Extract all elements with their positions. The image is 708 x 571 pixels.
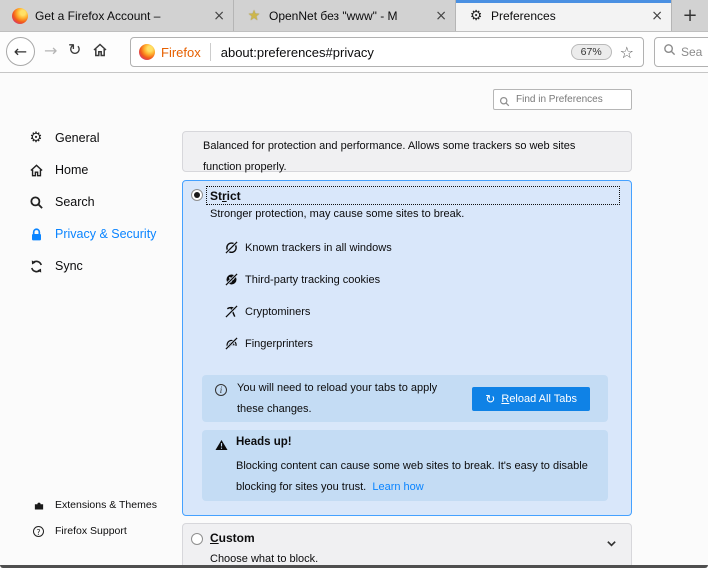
search-placeholder: Sea [681, 45, 702, 59]
gear-icon: ⚙ [468, 8, 484, 24]
reload-note: You will need to reload your tabs to app… [237, 378, 449, 420]
firefox-logo-icon [139, 44, 155, 60]
home-icon [26, 163, 46, 178]
blocked-item-fingerprinters: Fingerprinters [225, 336, 313, 351]
close-icon[interactable]: × [435, 9, 447, 23]
new-tab-button[interactable]: + [672, 0, 708, 31]
tab-title: Preferences [491, 9, 645, 23]
tab-preferences[interactable]: ⚙ Preferences × [456, 0, 672, 31]
sidebar-item-firefox-support[interactable]: ? Firefox Support [31, 524, 127, 538]
tab-bar: Get a Firefox Account – × ★ OpenNet без … [0, 0, 708, 32]
preferences-content: ⚙ General Home Search Privacy & Security [0, 73, 708, 565]
close-icon[interactable]: × [213, 9, 225, 23]
find-input[interactable] [493, 89, 632, 110]
sidebar-item-sync[interactable]: Sync [26, 257, 83, 275]
warning-icon [215, 438, 228, 456]
tab-title: OpenNet без "www" - M [269, 9, 429, 23]
custom-option-box[interactable]: Custom Choose what to block. [182, 523, 632, 565]
learn-how-link[interactable]: Learn how [372, 481, 423, 493]
tracker-blocked-icon [225, 241, 238, 254]
url-separator [210, 43, 211, 61]
strict-description: Stronger protection, may cause some site… [210, 208, 464, 220]
url-brand-label: Firefox [161, 45, 201, 60]
standard-description: Balanced for protection and performance.… [183, 132, 605, 178]
custom-radio[interactable] [191, 533, 203, 545]
custom-description: Choose what to block. [210, 553, 318, 565]
heads-up-title: Heads up! [236, 436, 292, 448]
zoom-level-badge[interactable]: 67% [571, 44, 612, 60]
url-text[interactable]: about:preferences#privacy [221, 45, 571, 60]
fingerprint-blocked-icon [225, 337, 238, 350]
info-icon: i [215, 384, 227, 396]
find-in-preferences[interactable] [493, 89, 632, 110]
bookmark-star-icon[interactable]: ☆ [620, 43, 634, 62]
heads-up-warning-box: Heads up! Blocking content can cause som… [202, 430, 608, 501]
search-icon [26, 195, 46, 210]
strict-option-label[interactable]: Strict [206, 186, 620, 205]
sidebar-item-privacy-security[interactable]: Privacy & Security [26, 225, 156, 243]
sidebar-item-label: Search [55, 195, 95, 209]
forward-button[interactable]: → [44, 41, 57, 60]
url-bar[interactable]: Firefox about:preferences#privacy 67% ☆ [130, 37, 644, 67]
sidebar-item-general[interactable]: ⚙ General [26, 129, 99, 147]
cryptominer-blocked-icon [225, 305, 238, 318]
navigation-toolbar: ← → ↻ Firefox about:preferences#privacy … [0, 32, 708, 73]
blocked-item-trackers: Known trackers in all windows [225, 240, 392, 255]
sidebar-item-home[interactable]: Home [26, 161, 88, 179]
tab-opennet[interactable]: ★ OpenNet без "www" - M × [234, 0, 456, 31]
sidebar-item-label: Sync [55, 259, 83, 273]
reload-all-tabs-label: Reload All Tabs [501, 393, 577, 405]
reload-notice-box: i You will need to reload your tabs to a… [202, 375, 608, 422]
blocked-item-cryptominers: Cryptominers [225, 304, 310, 319]
tab-title: Get a Firefox Account – [35, 9, 207, 23]
lock-icon [26, 227, 46, 242]
search-icon [663, 43, 676, 61]
sidebar-item-label: Extensions & Themes [55, 499, 157, 511]
question-circle-icon: ? [31, 526, 46, 537]
sidebar-item-label: General [55, 131, 99, 145]
chevron-down-icon[interactable] [606, 535, 617, 553]
firefox-favicon [12, 8, 28, 24]
sidebar-item-label: Firefox Support [55, 525, 127, 537]
sync-icon [26, 259, 46, 274]
reload-icon: ↻ [485, 392, 495, 406]
close-icon[interactable]: × [651, 9, 663, 23]
sidebar-item-search[interactable]: Search [26, 193, 95, 211]
back-button[interactable]: ← [6, 37, 35, 66]
strict-option-box: Strict Stronger protection, may cause so… [182, 180, 632, 516]
sidebar-item-label: Home [55, 163, 88, 177]
star-favicon: ★ [246, 8, 262, 24]
heads-up-text: Blocking content can cause some web site… [236, 456, 600, 498]
blocked-item-cookies: Third-party tracking cookies [225, 272, 380, 287]
puzzle-icon [31, 499, 46, 511]
search-icon [499, 94, 510, 112]
reload-all-tabs-button[interactable]: ↻ Reload All Tabs [472, 387, 590, 411]
home-button[interactable] [92, 42, 108, 63]
window-bottom-edge [0, 565, 708, 568]
gear-icon: ⚙ [26, 130, 46, 146]
browser-window: Get a Firefox Account – × ★ OpenNet без … [0, 0, 708, 571]
reload-button[interactable]: ↻ [68, 40, 81, 59]
sidebar-item-extensions-themes[interactable]: Extensions & Themes [31, 498, 157, 512]
strict-radio[interactable] [191, 189, 203, 201]
standard-option-box[interactable]: Balanced for protection and performance.… [182, 131, 632, 172]
cookie-blocked-icon [225, 273, 238, 286]
sidebar-item-label: Privacy & Security [55, 227, 156, 241]
search-input[interactable]: Sea [654, 37, 708, 67]
tab-firefox-account[interactable]: Get a Firefox Account – × [0, 0, 234, 31]
custom-option-label[interactable]: Custom [210, 531, 255, 545]
